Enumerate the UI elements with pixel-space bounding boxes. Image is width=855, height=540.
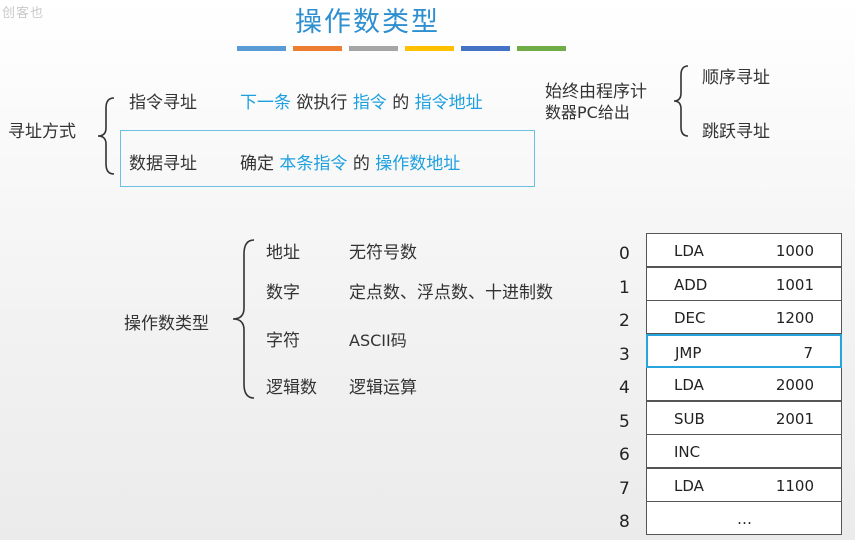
memory-row: LDA 2000 — [646, 367, 842, 401]
color-bar — [293, 46, 342, 51]
pc-note-line2: 数器PC给出 — [545, 103, 630, 122]
operand-type-desc: 定点数、浮点数、十进制数 — [349, 283, 553, 303]
desc-determine: 确定 — [240, 154, 274, 174]
memory-row: SUB 2001 — [646, 401, 842, 435]
title-color-bars — [237, 46, 566, 51]
memory-operand: 7 — [803, 344, 813, 362]
memory-row: JMP 7 — [646, 334, 842, 368]
memory-address: 7 — [619, 479, 630, 499]
memory-operand: 1001 — [775, 276, 814, 294]
desc-operand-address: 操作数地址 — [375, 154, 461, 174]
instruction-addressing-label: 指令寻址 — [129, 93, 197, 113]
sequence-brace — [673, 65, 689, 137]
memory-opcode: DEC — [674, 309, 706, 327]
memory-opcode: LDA — [674, 242, 704, 260]
memory-operand: 2000 — [775, 376, 814, 394]
memory-operand: 2001 — [775, 410, 814, 428]
memory-row: INC — [646, 434, 842, 468]
memory-opcode: … — [737, 510, 752, 528]
memory-row: DEC 1200 — [646, 300, 842, 334]
color-bar — [461, 46, 510, 51]
memory-address: 0 — [619, 244, 630, 264]
memory-row: LDA 1100 — [646, 468, 842, 502]
desc-of2: 的 — [352, 154, 370, 174]
operand-types-root-label: 操作数类型 — [124, 314, 209, 334]
memory-address: 2 — [619, 311, 630, 331]
memory-row: … — [646, 501, 842, 535]
memory-address: 8 — [619, 512, 630, 532]
operand-type-name: 数字 — [266, 283, 300, 303]
desc-this-instruction: 本条指令 — [279, 154, 348, 174]
memory-operand: 1200 — [775, 309, 814, 327]
color-bar — [349, 46, 398, 51]
memory-opcode: LDA — [674, 477, 704, 495]
memory-address: 4 — [619, 378, 630, 398]
data-addressing-desc: 确定 本条指令 的 操作数地址 — [240, 149, 460, 174]
memory-opcode: LDA — [674, 376, 704, 394]
memory-opcode: ADD — [674, 276, 708, 294]
sequential-addressing-label: 顺序寻址 — [702, 68, 770, 88]
jump-addressing-label: 跳跃寻址 — [702, 122, 770, 142]
desc-instruction: 指令 — [352, 93, 387, 113]
color-bar — [237, 46, 286, 51]
color-bar — [405, 46, 454, 51]
addressing-root-label: 寻址方式 — [8, 122, 76, 142]
desc-of: 的 — [392, 93, 410, 113]
instruction-addressing-desc: 下一条 欲执行 指令 的 指令地址 — [240, 88, 483, 113]
memory-opcode: INC — [674, 443, 701, 461]
memory-operand: 1100 — [775, 477, 814, 495]
memory-address: 3 — [619, 345, 630, 365]
memory-address: 5 — [619, 412, 630, 432]
operand-type-name: 字符 — [266, 331, 300, 351]
data-addressing-label: 数据寻址 — [129, 154, 197, 174]
desc-next: 下一条 — [240, 93, 291, 113]
memory-address: 6 — [619, 445, 630, 465]
memory-row: LDA 1000 — [646, 233, 842, 267]
desc-to-execute: 欲执行 — [296, 93, 348, 113]
operand-type-desc: 逻辑运算 — [349, 378, 417, 398]
memory-row: ADD 1001 — [646, 267, 842, 301]
memory-operand: 1000 — [775, 242, 814, 260]
operand-type-name: 地址 — [266, 243, 300, 263]
operand-type-name: 逻辑数 — [266, 378, 317, 398]
page-title: 操作数类型 — [295, 7, 440, 38]
operand-type-desc: ASCII码 — [349, 331, 407, 350]
memory-opcode: JMP — [675, 344, 702, 362]
addressing-brace — [97, 97, 115, 175]
operand-type-desc: 无符号数 — [349, 243, 417, 263]
memory-opcode: SUB — [674, 410, 705, 428]
desc-instruction-address: 指令地址 — [414, 93, 483, 113]
color-bar — [517, 46, 566, 51]
operand-types-brace — [232, 239, 255, 399]
memory-address: 1 — [619, 278, 630, 298]
